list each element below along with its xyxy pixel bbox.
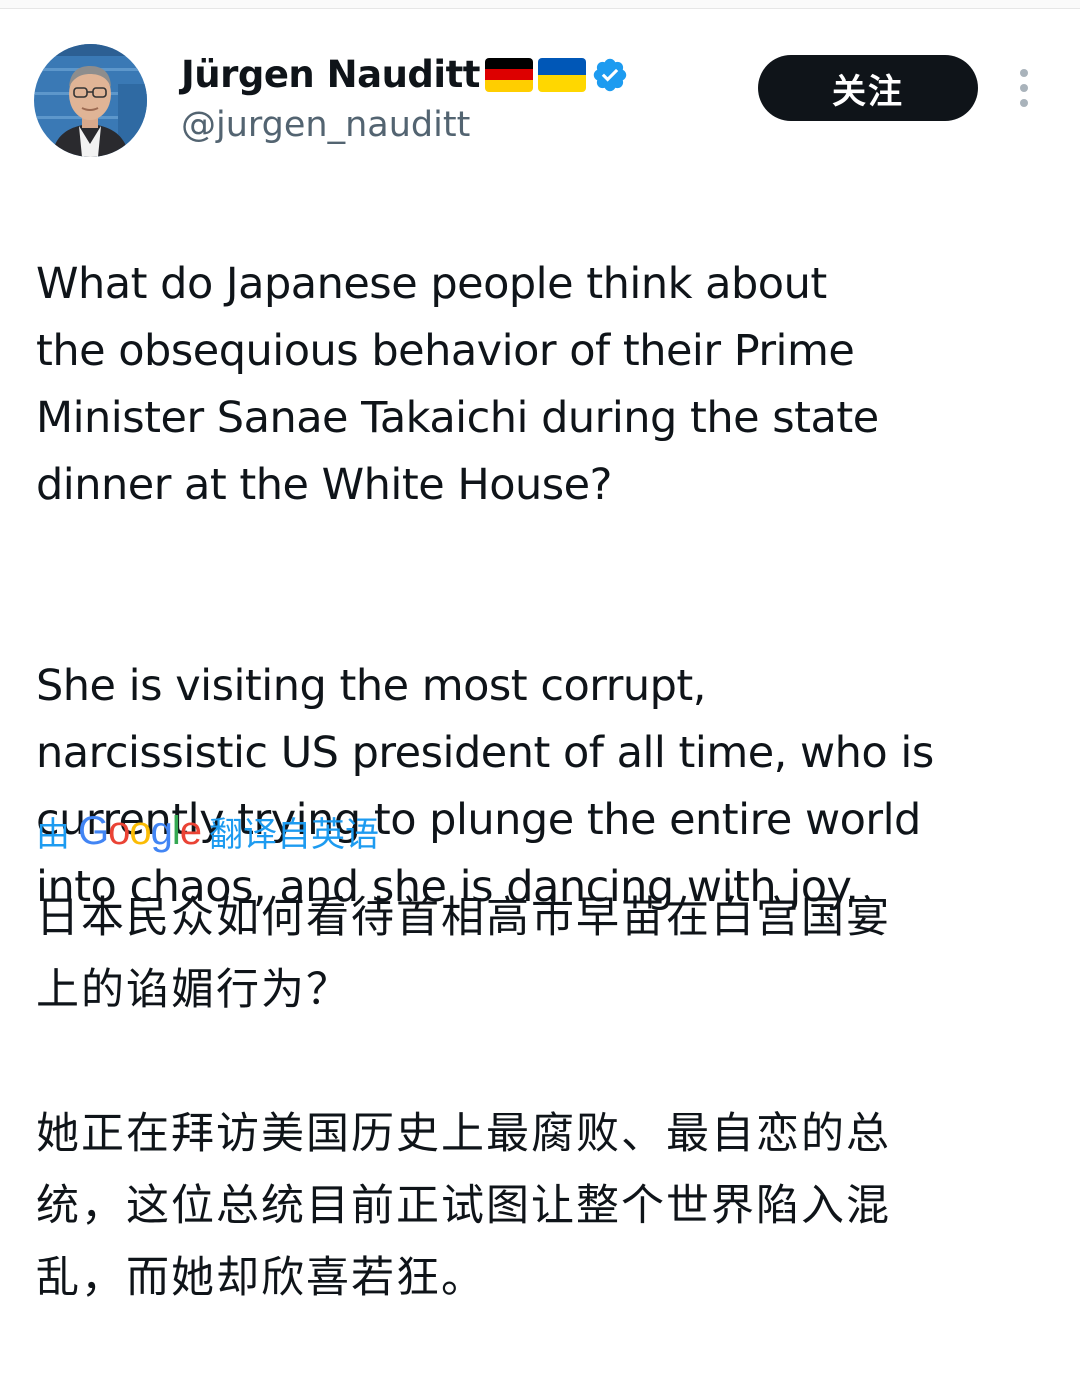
display-name[interactable]: Jürgen Nauditt <box>181 50 480 100</box>
more-options-icon[interactable] <box>1010 66 1038 110</box>
top-divider <box>0 0 1080 9</box>
follow-button[interactable]: 关注 <box>758 55 978 121</box>
translated-paragraph: 日本民众如何看待首相高市早苗在白宫国宴 上的谄媚行为？ <box>36 893 891 1015</box>
author-handle[interactable]: @jurgen_nauditt <box>181 104 470 146</box>
verified-icon[interactable] <box>591 56 629 94</box>
translation-attribution[interactable]: 由 Google 翻译自英语 <box>36 806 379 856</box>
tweet-paragraph: What do Japanese people think about the … <box>36 259 879 510</box>
translation-prefix: 由 <box>36 814 70 855</box>
avatar[interactable] <box>34 44 147 157</box>
translated-paragraph: 她正在拜访美国历史上最腐败、最自恋的总 统，这位总统目前正试图让整个世界陷入混 … <box>36 1109 891 1303</box>
tweet-paragraph: She is visiting the most corrupt, narcis… <box>36 661 934 912</box>
author-name-row[interactable]: Jürgen Nauditt <box>181 50 629 100</box>
avatar-image <box>34 44 147 157</box>
translation-suffix: 翻译自英语 <box>209 814 380 855</box>
germany-flag-icon <box>484 58 533 92</box>
google-logo: Google <box>78 808 202 853</box>
translated-text: 日本民众如何看待首相高市早苗在白宫国宴 上的谄媚行为？ 她正在拜访美国历史上最腐… <box>36 882 1046 1386</box>
ukraine-flag-icon <box>537 58 586 92</box>
